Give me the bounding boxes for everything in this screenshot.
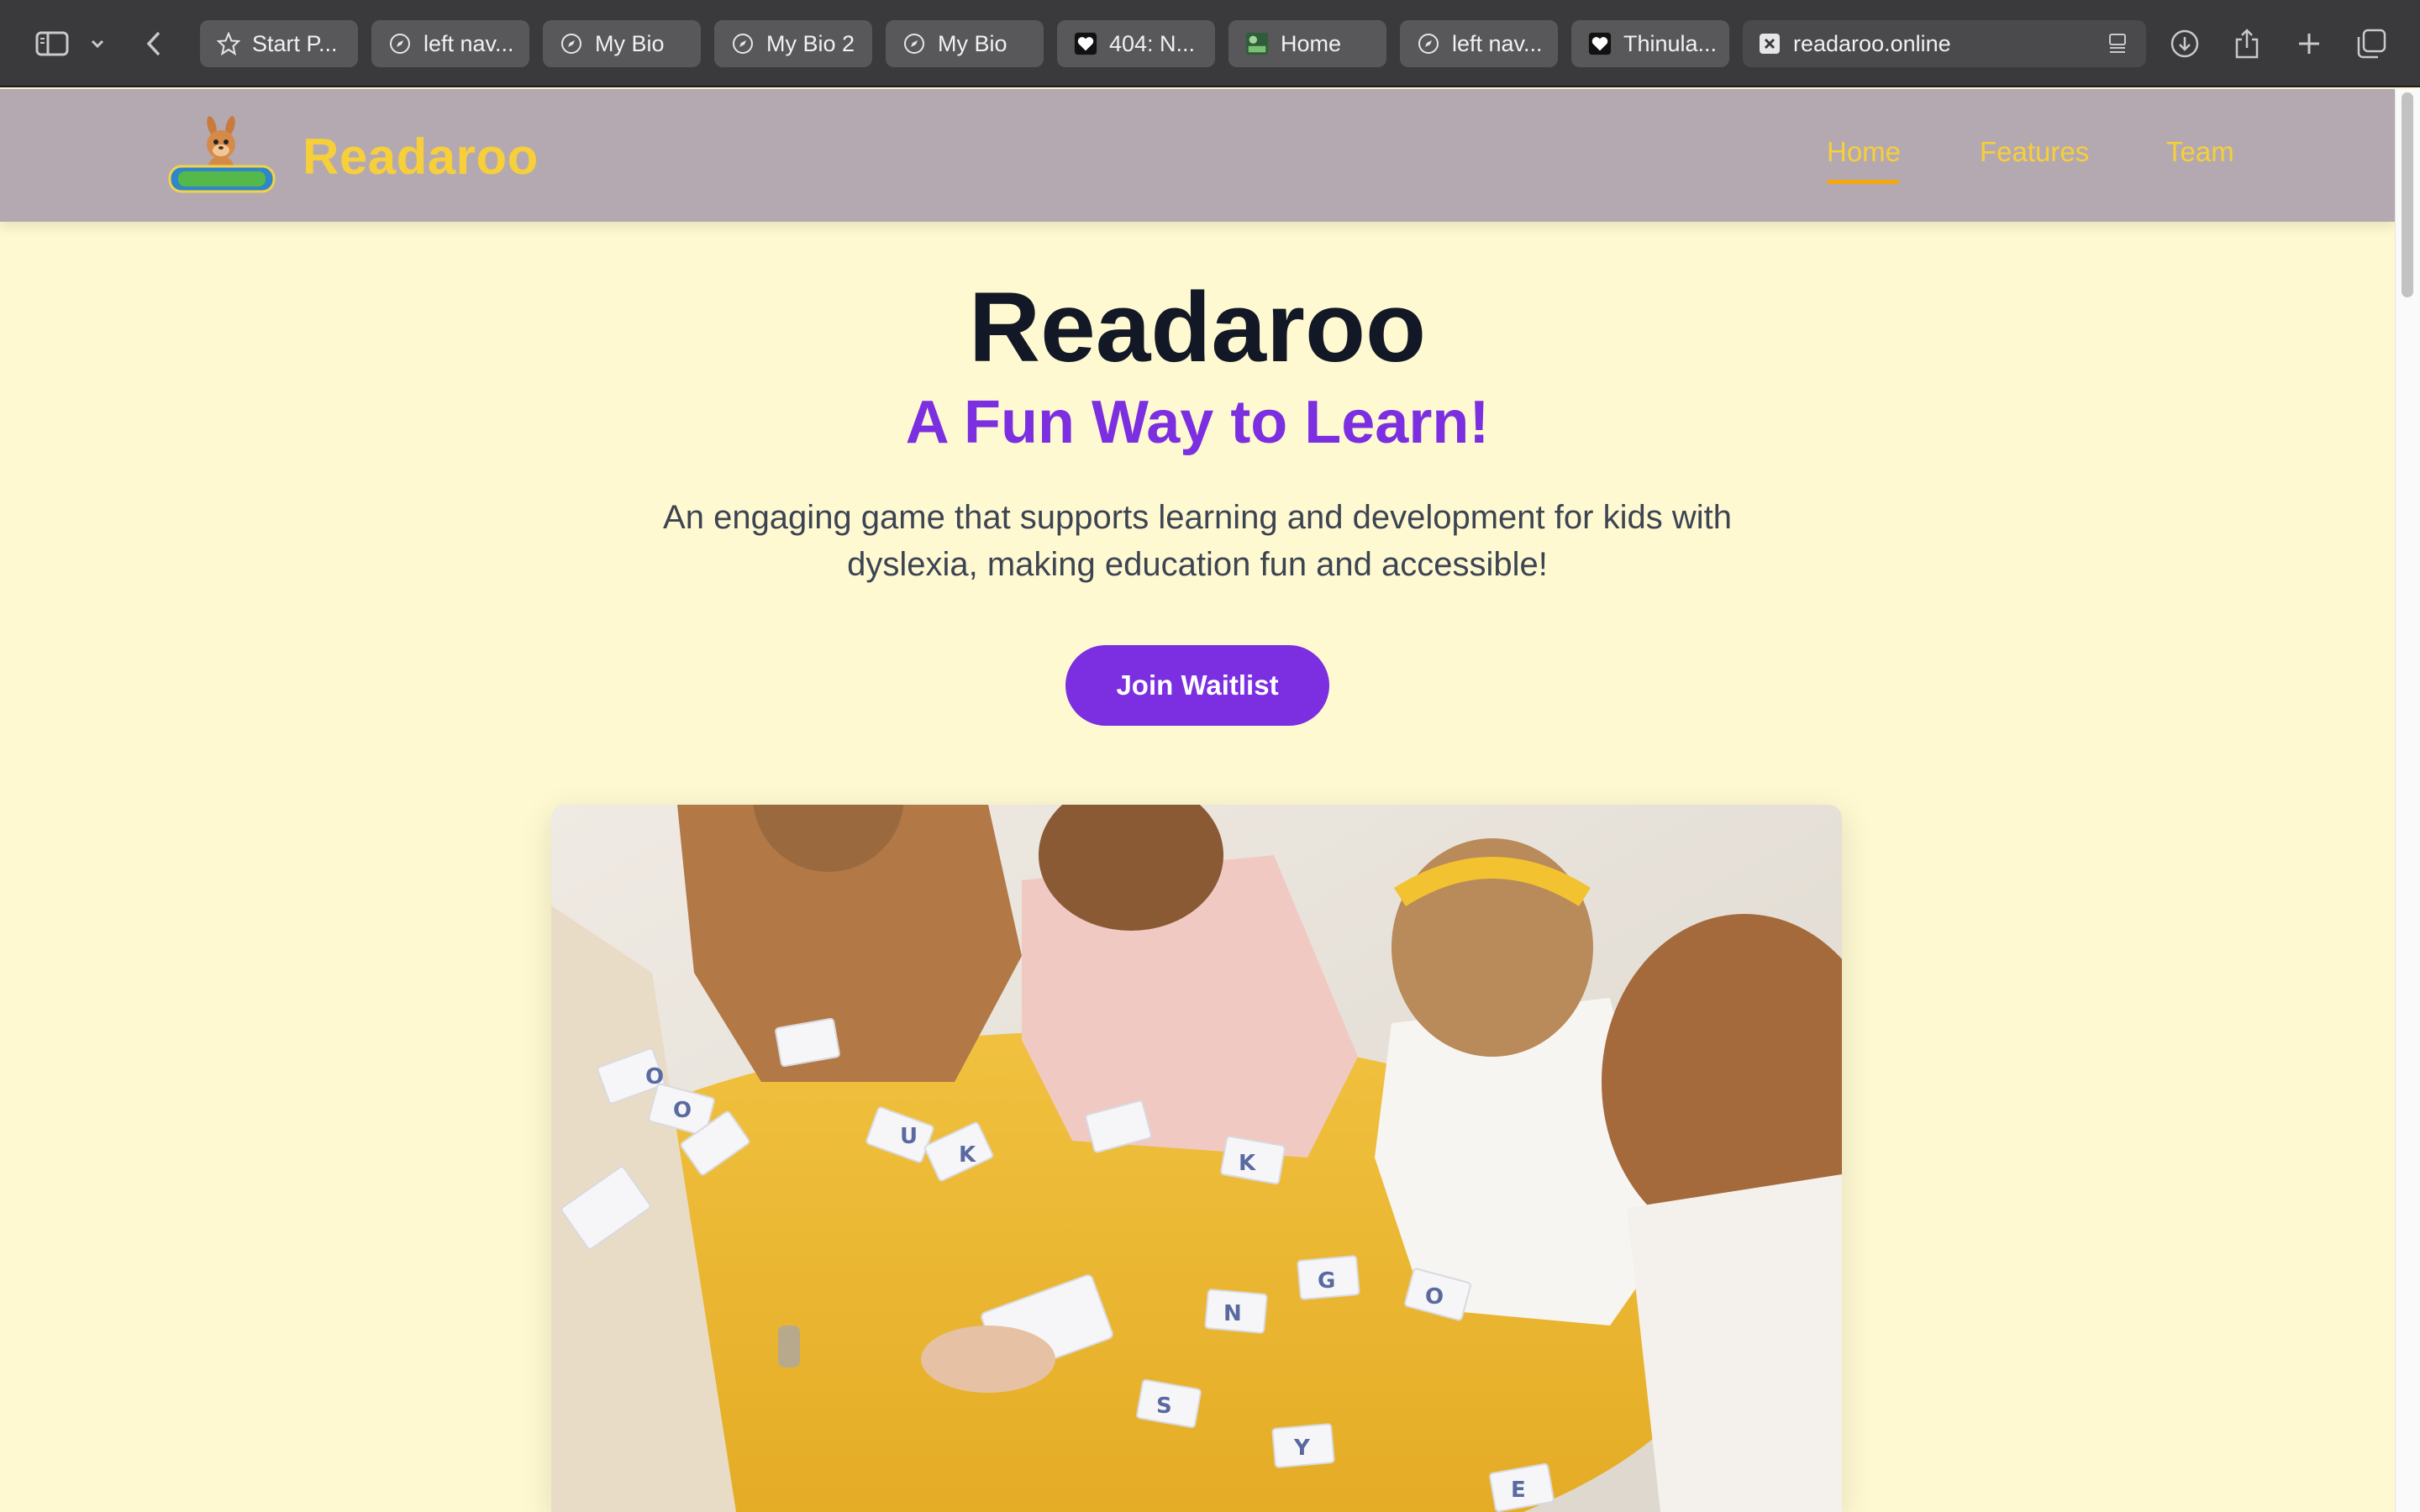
hero-subtitle: A Fun Way to Learn! [905,389,1490,456]
nav-home-link[interactable]: Home [1827,136,1901,178]
tab-label: left nav... [424,30,514,56]
browser-tab[interactable]: Start P... [200,20,358,67]
nav-team-link[interactable]: Team [2166,136,2234,178]
svg-text:E: E [1511,1478,1526,1503]
browser-tab[interactable]: left nav... [1400,20,1558,67]
svg-text:S: S [1156,1394,1172,1419]
tab-label: Thinula... [1623,30,1718,56]
url-label: readaroo.online [1793,30,1951,56]
svg-text:K: K [959,1142,976,1168]
close-icon[interactable] [1758,32,1781,55]
brand-name: Readaroo [302,128,539,185]
browser-tab[interactable]: left nav... [371,20,529,67]
hero-title: Readaroo [968,272,1427,383]
heart-favicon-icon [1074,32,1097,55]
svg-text:U: U [900,1124,918,1149]
reader-mode-icon[interactable] [2106,32,2129,55]
star-icon [217,32,240,55]
browser-toolbar: Start P... left nav... My Bio My Bio 2 M… [0,0,2420,87]
svg-text:K: K [1239,1151,1256,1176]
svg-text:N: N [1223,1301,1242,1326]
tab-label: My Bio 2 [766,30,855,56]
svg-text:O: O [645,1064,664,1089]
tab-label: My Bio [938,30,1007,56]
active-nav-underline [1827,180,1899,184]
svg-text:O: O [673,1098,692,1123]
svg-text:O: O [1425,1284,1444,1310]
readaroo-logo [166,116,277,197]
compass-icon [731,32,755,55]
compass-icon [902,32,926,55]
scrollbar-thumb[interactable] [2402,92,2413,297]
nav-features-link[interactable]: Features [1980,136,2089,178]
tab-label: My Bio [595,30,665,56]
browser-tab[interactable]: My Bio 2 [714,20,872,67]
download-icon[interactable] [2168,20,2202,67]
svg-text:Y: Y [1293,1436,1311,1461]
tab-label: Start P... [252,30,338,56]
tab-label: Home [1281,30,1342,56]
browser-tab[interactable]: 404: N... [1057,20,1215,67]
new-tab-plus-icon[interactable] [2294,20,2324,67]
tab-overview-icon[interactable] [2354,20,2388,67]
heart-favicon-icon [1588,32,1612,55]
share-icon[interactable] [2232,20,2262,67]
sidebar-toggle-icon[interactable] [32,20,72,67]
svg-text:G: G [1318,1268,1335,1294]
tab-label: 404: N... [1109,30,1196,56]
site-favicon-icon [1245,32,1269,55]
browser-tab[interactable]: Thinula... [1571,20,1729,67]
page-scrollbar[interactable] [2395,89,2420,1512]
browser-tab[interactable]: My Bio [886,20,1044,67]
browser-tab[interactable]: My Bio [543,20,701,67]
site-header: Readaroo Home Features Team [0,89,2395,222]
brand-link[interactable]: Readaroo [166,114,539,198]
browser-tab-active[interactable]: readaroo.online [1743,20,2146,67]
back-arrow-icon[interactable] [141,20,166,67]
hero-description: An engaging game that supports learning … [663,499,1732,583]
hero-photo-children-letter-cards: O O U K K G N S Y E O [551,805,1842,1512]
chevron-down-icon[interactable] [87,20,108,67]
browser-tab[interactable]: Home [1228,20,1386,67]
join-waitlist-button[interactable]: Join Waitlist [1065,645,1329,726]
compass-icon [560,32,583,55]
compass-icon [388,32,412,55]
tab-label: left nav... [1452,30,1543,56]
compass-icon [1417,32,1440,55]
